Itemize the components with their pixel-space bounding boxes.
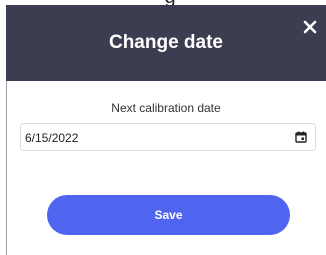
date-value: 6/15/2022 (25, 131, 79, 145)
calendar-icon[interactable] (295, 131, 307, 143)
next-calibration-date-input[interactable]: 6/15/2022 (20, 123, 316, 151)
screen: g Change date Next calibration date 6/15… (0, 0, 326, 255)
close-button[interactable] (298, 15, 322, 39)
save-button[interactable]: Save (47, 195, 290, 235)
dialog-header: Change date (6, 5, 326, 81)
close-icon (303, 20, 317, 34)
next-calibration-date-label: Next calibration date (111, 101, 221, 115)
change-date-dialog: Change date Next calibration date 6/15/2… (6, 5, 326, 255)
dialog-title: Change date (108, 32, 224, 53)
